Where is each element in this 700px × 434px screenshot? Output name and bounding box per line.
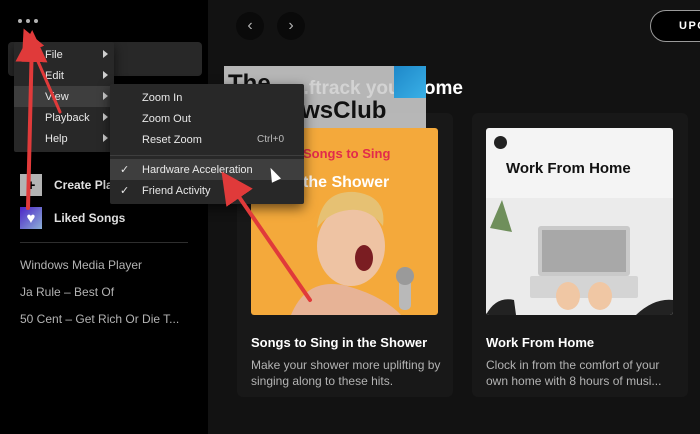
menu-item-label: File [45,48,63,61]
playlist-item[interactable]: 50 Cent – Get Rich Or Die T... [20,312,200,339]
chevron-left-icon: ‹ [247,17,253,34]
playlist-card-wfh[interactable]: Work From Home Work From Home Clock in f… [472,113,688,397]
menu-item-label: Edit [45,69,64,82]
back-button[interactable]: ‹ [236,12,264,40]
create-playlist-label: Create Pla [54,178,113,192]
menu-item-label: Hardware Acceleration [142,163,253,176]
menu-item-zoom-in[interactable]: Zoom In [110,87,304,108]
chevron-right-icon [103,71,108,79]
menu-item-label: Zoom Out [142,112,191,125]
laptop-illustration [486,198,673,315]
menu-item-label: Friend Activity [142,184,211,197]
card-title: Songs to Sing in the Shower [251,335,428,350]
liked-songs-label: Liked Songs [54,211,126,225]
app-menu: File Edit View Playback Help [14,42,114,152]
chevron-right-icon [103,134,108,142]
menu-item-view[interactable]: View [14,86,114,107]
checkmark-icon: ✓ [120,185,130,197]
card-description: Make your shower more uplifting by singi… [251,358,441,388]
menu-item-label: Playback [45,111,90,124]
card-description: Clock in from the comfort of your own ho… [486,358,662,388]
menu-item-playback[interactable]: Playback [14,107,114,128]
shortcut-label: Ctrl+0 [257,134,284,145]
menu-item-file[interactable]: File [14,44,114,65]
plus-icon: + [20,174,42,196]
menu-item-label: Reset Zoom [142,133,202,146]
create-playlist-button[interactable]: + Create Pla [20,174,113,196]
menu-item-label: View [45,90,69,103]
chevron-right-icon: › [288,17,294,34]
menu-item-label: Help [45,132,68,145]
card-title: Work From Home [486,335,595,350]
menu-item-label: Zoom In [142,91,183,104]
windowsclub-logo-icon [394,66,426,98]
menu-item-edit[interactable]: Edit [14,65,114,86]
menu-item-friend-activity[interactable]: ✓ Friend Activity [110,180,304,201]
playlist-item[interactable]: Ja Rule – Best Of [20,285,200,312]
menu-separator [110,155,304,156]
menu-item-reset-zoom[interactable]: Reset Zoom Ctrl+0 [110,129,304,150]
view-submenu: Zoom In Zoom Out Reset Zoom Ctrl+0 ✓ Hardw… [110,84,304,204]
forward-button[interactable]: › [277,12,305,40]
chevron-right-icon [103,113,108,121]
playlist-item[interactable]: Windows Media Player [20,258,200,285]
heart-icon: ♥ [20,207,42,229]
menu-item-help[interactable]: Help [14,128,114,149]
playlist-list: Windows Media Player Ja Rule – Best Of 5… [20,258,200,339]
spotify-window: + Create Pla ♥ Liked Songs Windows Media… [0,0,700,434]
sidebar-divider [20,242,188,243]
chevron-right-icon [103,50,108,58]
checkmark-icon: ✓ [120,164,130,176]
more-options-icon[interactable] [18,14,44,28]
cover-image: Work From Home [486,128,673,315]
liked-songs-button[interactable]: ♥ Liked Songs [20,207,125,229]
upgrade-button[interactable]: UPG [650,10,700,42]
menu-item-zoom-out[interactable]: Zoom Out [110,108,304,129]
chevron-right-icon [103,92,108,100]
